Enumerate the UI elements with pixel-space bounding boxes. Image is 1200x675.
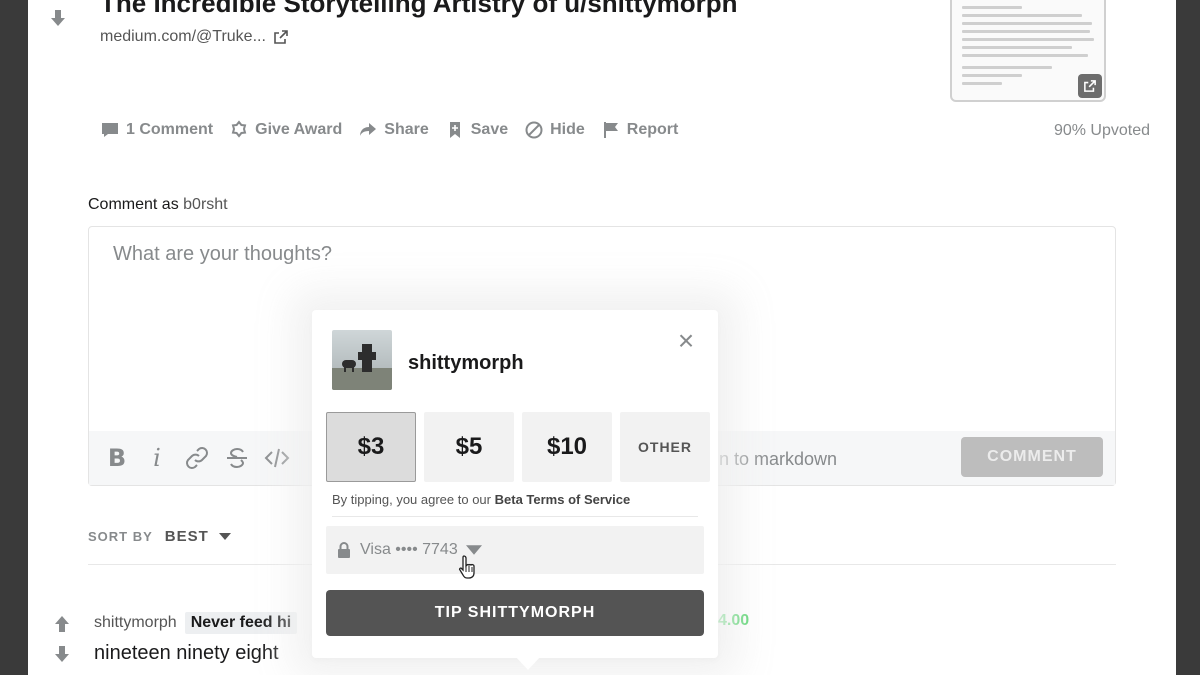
bold-icon[interactable]: B (97, 438, 137, 478)
tip-modal: shittymorph × $3 $5 $10 OTHER By tipping… (312, 310, 718, 658)
sort-label: SORT BY (88, 529, 153, 544)
downvote-arrow-icon[interactable] (52, 644, 72, 669)
comment-placeholder: What are your thoughts? (113, 243, 333, 265)
divider (332, 516, 698, 517)
report-button[interactable]: Report (601, 120, 678, 140)
external-link-icon (274, 30, 288, 44)
hide-button[interactable]: Hide (524, 120, 585, 140)
downvote-arrow-icon[interactable] (48, 8, 68, 34)
tip-terms: By tipping, you agree to our Beta Terms … (332, 492, 631, 507)
payment-method-value: Visa •••• 7743 (360, 541, 458, 558)
tip-amount-5[interactable]: $5 (424, 412, 514, 482)
link-icon[interactable] (177, 438, 217, 478)
comments-button[interactable]: 1 Comment (100, 120, 213, 140)
comment-author[interactable]: shittymorph (94, 614, 177, 632)
lock-icon (338, 542, 350, 558)
payment-method-select[interactable]: Visa •••• 7743 (326, 526, 704, 574)
caret-down-icon (218, 532, 231, 540)
strikethrough-icon[interactable] (217, 438, 257, 478)
upvote-percentage: 90% Upvoted (1053, 122, 1150, 139)
tip-amount-other[interactable]: OTHER (620, 412, 710, 482)
upvote-arrow-icon[interactable] (52, 614, 72, 639)
coins-amount: 4.00 (718, 612, 750, 629)
tip-amount-3[interactable]: $3 (326, 412, 416, 482)
tip-submit-button[interactable]: TIP SHITTYMORPH (326, 590, 704, 636)
code-icon[interactable] (257, 438, 297, 478)
comment-as-label: Comment as b0rsht (88, 196, 228, 213)
tip-recipient-username: shittymorph (408, 352, 524, 374)
comment-icon (102, 123, 118, 137)
sort-dropdown[interactable]: BEST (165, 528, 231, 545)
hide-icon (525, 121, 543, 139)
comment-body: nineteen ninety eight (94, 642, 279, 664)
post-actions-bar: 1 Comment Give Award Share Save Hide Rep… (100, 120, 678, 140)
share-button[interactable]: Share (358, 120, 429, 140)
post-thumbnail[interactable] (950, 0, 1106, 102)
post-link[interactable]: medium.com/@Truke... (100, 28, 288, 46)
thumbnail-external-link-icon[interactable] (1078, 74, 1102, 98)
tip-amounts: $3 $5 $10 OTHER (326, 412, 710, 482)
close-icon[interactable]: × (674, 327, 698, 355)
sort-control[interactable]: SORT BY BEST (88, 528, 231, 545)
comment-header: shittymorph Never feed hi (94, 612, 298, 634)
give-award-button[interactable]: Give Award (229, 120, 342, 140)
markdown-mode-link[interactable]: n to markdown (719, 449, 837, 470)
save-button[interactable]: Save (445, 120, 508, 140)
post-link-text[interactable]: medium.com/@Truke... (100, 28, 266, 46)
bookmark-icon (449, 122, 460, 138)
share-icon (360, 123, 377, 136)
tip-amount-10[interactable]: $10 (522, 412, 612, 482)
modal-pointer (515, 656, 541, 670)
hand-cursor-icon (458, 555, 475, 579)
comment-submit-button[interactable]: COMMENT (961, 437, 1103, 477)
avatar (332, 330, 392, 390)
italic-icon[interactable]: i (137, 438, 177, 478)
post-title[interactable]: The Incredible Storytelling Artistry of … (100, 0, 738, 19)
terms-of-service-link[interactable]: Beta Terms of Service (495, 492, 631, 507)
comment-as-username[interactable]: b0rsht (183, 196, 227, 213)
flag-icon (603, 122, 618, 138)
user-flair: Never feed hi (184, 612, 298, 634)
award-icon (231, 120, 247, 138)
